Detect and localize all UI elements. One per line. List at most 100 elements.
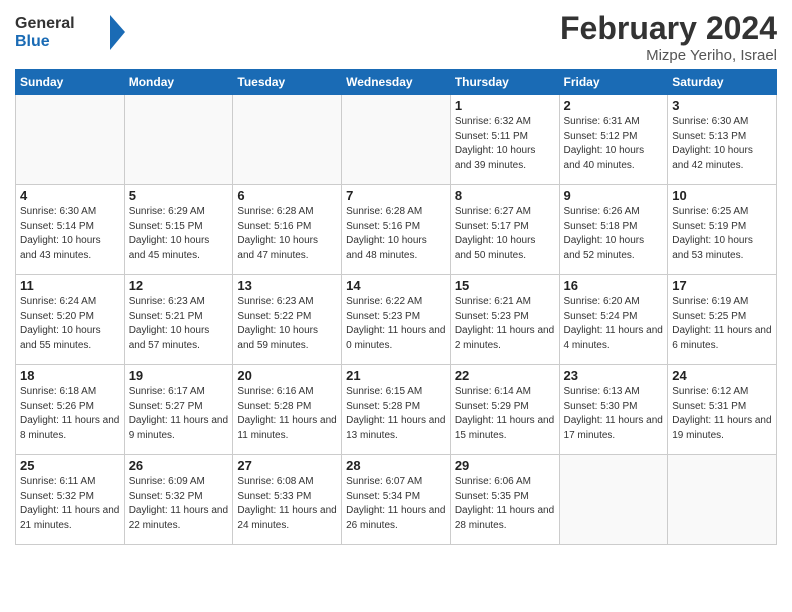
calendar-week-row: 11Sunrise: 6:24 AMSunset: 5:20 PMDayligh… (16, 275, 777, 365)
day-number: 18 (20, 368, 120, 383)
day-info: Sunrise: 6:17 AMSunset: 5:27 PMDaylight:… (129, 385, 229, 443)
calendar-cell (124, 95, 233, 185)
day-number: 28 (346, 458, 446, 473)
column-header-thursday: Thursday (450, 70, 559, 95)
day-info: Sunrise: 6:07 AMSunset: 5:34 PMDaylight:… (346, 475, 446, 533)
day-info: Sunrise: 6:15 AMSunset: 5:28 PMDaylight:… (346, 385, 446, 443)
calendar-header-row: SundayMondayTuesdayWednesdayThursdayFrid… (16, 70, 777, 95)
day-info: Sunrise: 6:21 AMSunset: 5:23 PMDaylight:… (455, 295, 555, 353)
calendar-cell: 22 Sunrise: 6:14 AMSunset: 5:29 PMDayligh… (450, 365, 559, 455)
day-number: 13 (237, 278, 337, 293)
day-info: Sunrise: 6:18 AMSunset: 5:26 PMDaylight:… (20, 385, 120, 443)
calendar-cell: 29 Sunrise: 6:06 AMSunset: 5:35 PMDayligh… (450, 455, 559, 545)
day-number: 1 (455, 98, 555, 113)
calendar-cell: 16 Sunrise: 6:20 AMSunset: 5:24 PMDayligh… (559, 275, 668, 365)
calendar-cell (559, 455, 668, 545)
column-header-tuesday: Tuesday (233, 70, 342, 95)
column-header-friday: Friday (559, 70, 668, 95)
day-number: 8 (455, 188, 555, 203)
day-number: 9 (564, 188, 664, 203)
calendar-cell (233, 95, 342, 185)
calendar-week-row: 25 Sunrise: 6:11 AMSunset: 5:32 PMDayligh… (16, 455, 777, 545)
calendar-cell: 17Sunrise: 6:19 AMSunset: 5:25 PMDayligh… (668, 275, 777, 365)
day-info: Sunrise: 6:25 AMSunset: 5:19 PMDaylight:… (672, 205, 772, 263)
calendar-cell: 7 Sunrise: 6:28 AMSunset: 5:16 PMDaylight… (342, 185, 451, 275)
day-info: Sunrise: 6:08 AMSunset: 5:33 PMDaylight:… (237, 475, 337, 533)
day-number: 10 (672, 188, 772, 203)
calendar-cell (342, 95, 451, 185)
day-number: 12 (129, 278, 229, 293)
column-header-saturday: Saturday (668, 70, 777, 95)
calendar-cell: 18 Sunrise: 6:18 AMSunset: 5:26 PMDayligh… (16, 365, 125, 455)
day-info: Sunrise: 6:23 AMSunset: 5:22 PMDaylight:… (237, 295, 337, 353)
calendar-cell: 2 Sunrise: 6:31 AMSunset: 5:12 PMDaylight… (559, 95, 668, 185)
day-number: 20 (237, 368, 337, 383)
day-number: 4 (20, 188, 120, 203)
calendar-cell: 11Sunrise: 6:24 AMSunset: 5:20 PMDayligh… (16, 275, 125, 365)
column-header-sunday: Sunday (16, 70, 125, 95)
day-info: Sunrise: 6:19 AMSunset: 5:25 PMDaylight:… (672, 295, 772, 353)
day-number: 29 (455, 458, 555, 473)
calendar-week-row: 1 Sunrise: 6:32 AMSunset: 5:11 PMDaylight… (16, 95, 777, 185)
calendar-cell: 10 Sunrise: 6:25 AMSunset: 5:19 PMDayligh… (668, 185, 777, 275)
day-number: 23 (564, 368, 664, 383)
day-number: 2 (564, 98, 664, 113)
day-info: Sunrise: 6:22 AMSunset: 5:23 PMDaylight:… (346, 295, 446, 353)
day-info: Sunrise: 6:31 AMSunset: 5:12 PMDaylight:… (564, 115, 664, 173)
day-info: Sunrise: 6:11 AMSunset: 5:32 PMDaylight:… (20, 475, 120, 533)
day-info: Sunrise: 6:26 AMSunset: 5:18 PMDaylight:… (564, 205, 664, 263)
day-number: 16 (564, 278, 664, 293)
day-info: Sunrise: 6:14 AMSunset: 5:29 PMDaylight:… (455, 385, 555, 443)
calendar-cell: 20 Sunrise: 6:16 AMSunset: 5:28 PMDayligh… (233, 365, 342, 455)
title-block: February 2024 Mizpe Yeriho, Israel (560, 10, 777, 64)
day-number: 7 (346, 188, 446, 203)
month-year: February 2024 (560, 10, 777, 47)
day-info: Sunrise: 6:29 AMSunset: 5:15 PMDaylight:… (129, 205, 229, 263)
calendar-cell: 21Sunrise: 6:15 AMSunset: 5:28 PMDayligh… (342, 365, 451, 455)
calendar-cell: 1 Sunrise: 6:32 AMSunset: 5:11 PMDaylight… (450, 95, 559, 185)
calendar-cell (16, 95, 125, 185)
day-info: Sunrise: 6:16 AMSunset: 5:28 PMDaylight:… (237, 385, 337, 443)
svg-text:General: General (15, 15, 75, 32)
day-info: Sunrise: 6:23 AMSunset: 5:21 PMDaylight:… (129, 295, 229, 353)
calendar-cell: 4 Sunrise: 6:30 AMSunset: 5:14 PMDaylight… (16, 185, 125, 275)
day-number: 3 (672, 98, 772, 113)
logo: General Blue (15, 10, 125, 55)
calendar-week-row: 4 Sunrise: 6:30 AMSunset: 5:14 PMDaylight… (16, 185, 777, 275)
day-number: 25 (20, 458, 120, 473)
day-number: 6 (237, 188, 337, 203)
calendar-cell: 6 Sunrise: 6:28 AMSunset: 5:16 PMDaylight… (233, 185, 342, 275)
calendar-cell: 25 Sunrise: 6:11 AMSunset: 5:32 PMDayligh… (16, 455, 125, 545)
calendar-cell (668, 455, 777, 545)
page-header: General Blue February 2024 Mizpe Yeriho,… (15, 10, 777, 64)
calendar-cell: 23Sunrise: 6:13 AMSunset: 5:30 PMDayligh… (559, 365, 668, 455)
calendar-cell: 27 Sunrise: 6:08 AMSunset: 5:33 PMDayligh… (233, 455, 342, 545)
calendar-table: SundayMondayTuesdayWednesdayThursdayFrid… (15, 69, 777, 545)
day-number: 5 (129, 188, 229, 203)
column-header-monday: Monday (124, 70, 233, 95)
day-info: Sunrise: 6:20 AMSunset: 5:24 PMDaylight:… (564, 295, 664, 353)
day-info: Sunrise: 6:28 AMSunset: 5:16 PMDaylight:… (346, 205, 446, 263)
day-info: Sunrise: 6:32 AMSunset: 5:11 PMDaylight:… (455, 115, 555, 173)
calendar-cell: 13 Sunrise: 6:23 AMSunset: 5:22 PMDayligh… (233, 275, 342, 365)
logo-svg: General Blue (15, 10, 125, 55)
day-info: Sunrise: 6:12 AMSunset: 5:31 PMDaylight:… (672, 385, 772, 443)
day-number: 26 (129, 458, 229, 473)
calendar-cell: 3 Sunrise: 6:30 AMSunset: 5:13 PMDaylight… (668, 95, 777, 185)
calendar-cell: 14Sunrise: 6:22 AMSunset: 5:23 PMDayligh… (342, 275, 451, 365)
day-info: Sunrise: 6:30 AMSunset: 5:14 PMDaylight:… (20, 205, 120, 263)
day-info: Sunrise: 6:24 AMSunset: 5:20 PMDaylight:… (20, 295, 120, 353)
day-info: Sunrise: 6:27 AMSunset: 5:17 PMDaylight:… (455, 205, 555, 263)
day-number: 22 (455, 368, 555, 383)
calendar-cell: 8 Sunrise: 6:27 AMSunset: 5:17 PMDaylight… (450, 185, 559, 275)
calendar-cell: 28 Sunrise: 6:07 AMSunset: 5:34 PMDayligh… (342, 455, 451, 545)
svg-text:Blue: Blue (15, 33, 50, 50)
day-info: Sunrise: 6:28 AMSunset: 5:16 PMDaylight:… (237, 205, 337, 263)
day-number: 27 (237, 458, 337, 473)
day-info: Sunrise: 6:06 AMSunset: 5:35 PMDaylight:… (455, 475, 555, 533)
location: Mizpe Yeriho, Israel (560, 47, 777, 64)
day-info: Sunrise: 6:30 AMSunset: 5:13 PMDaylight:… (672, 115, 772, 173)
calendar-cell: 24Sunrise: 6:12 AMSunset: 5:31 PMDayligh… (668, 365, 777, 455)
calendar-cell: 19Sunrise: 6:17 AMSunset: 5:27 PMDayligh… (124, 365, 233, 455)
day-info: Sunrise: 6:09 AMSunset: 5:32 PMDaylight:… (129, 475, 229, 533)
